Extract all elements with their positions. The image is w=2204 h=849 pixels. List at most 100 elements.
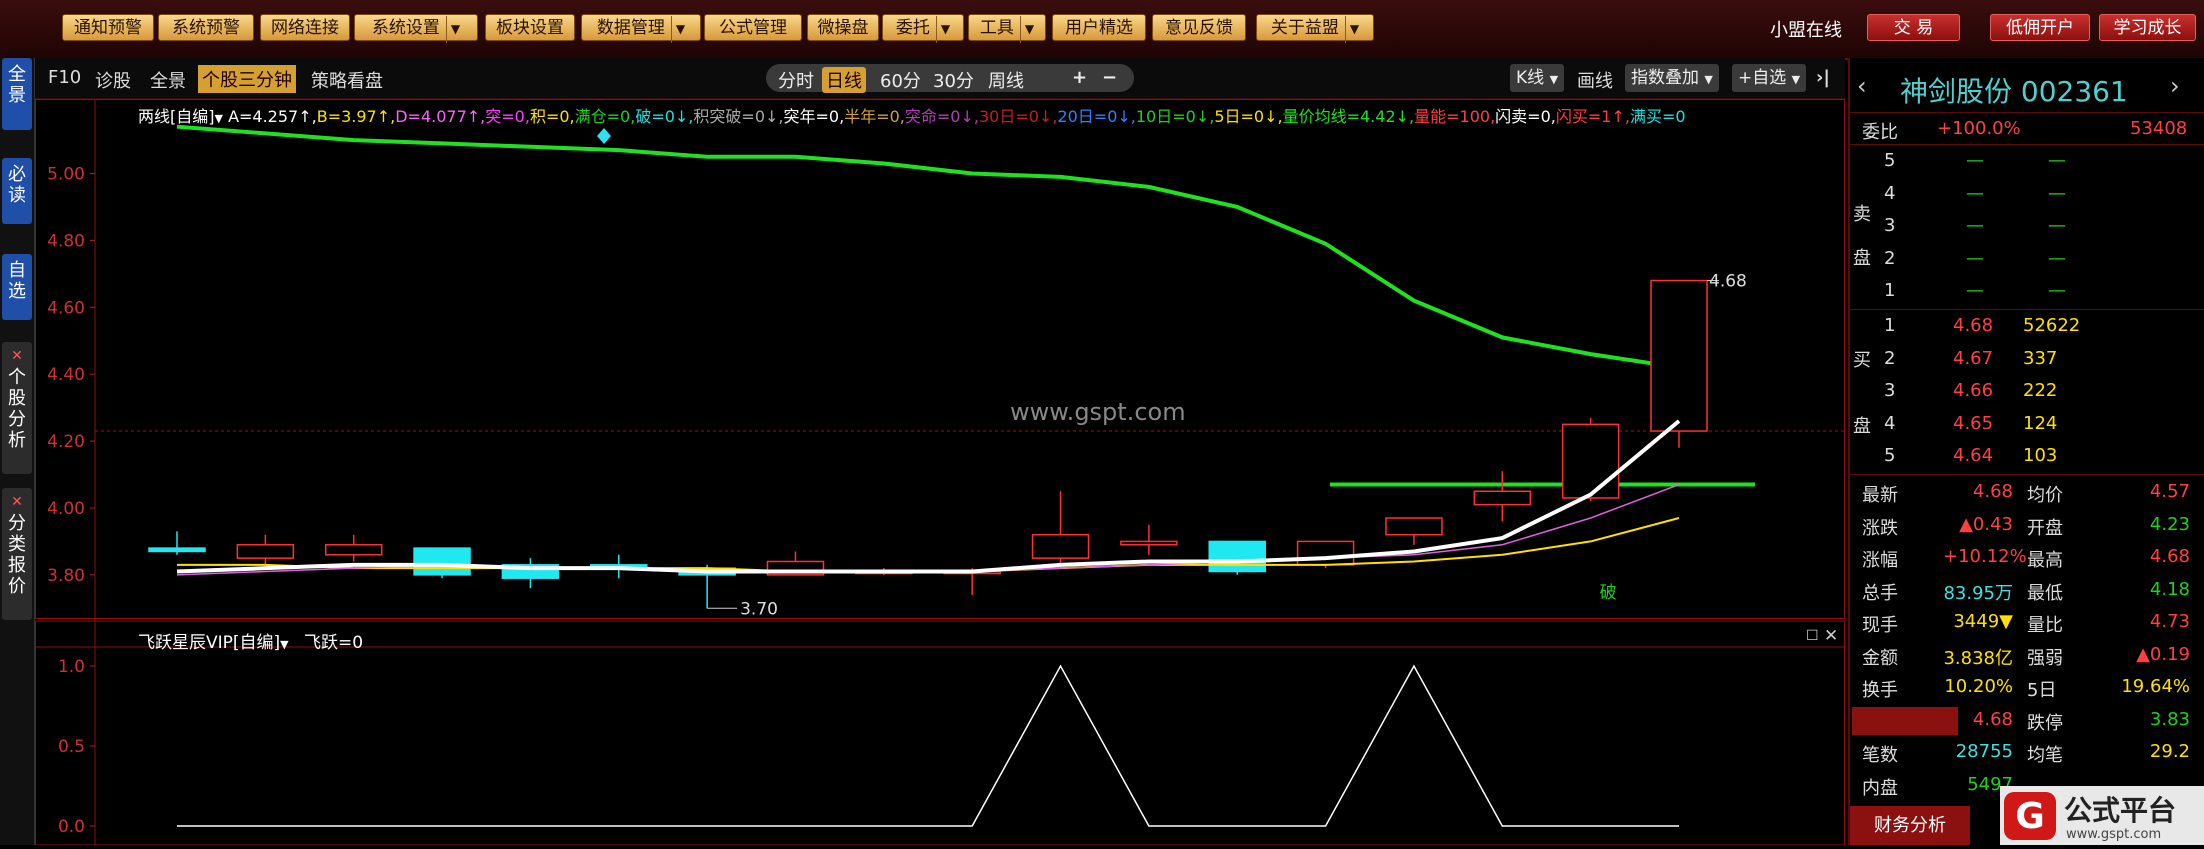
toolbar-button-label: 工具 — [979, 18, 1014, 38]
chevron-down-icon: ▼ — [1549, 73, 1559, 86]
diagnose-button[interactable]: 诊股 — [95, 67, 131, 93]
stat-label: 最高 — [2027, 550, 2063, 571]
buy-label-2: 盘 — [1853, 416, 1871, 437]
zoom-in-button[interactable]: + — [1072, 67, 1087, 88]
stat-label: 开盘 — [2027, 517, 2063, 539]
toolbar-button-label: 微操盘 — [817, 18, 869, 38]
stat-value: +10.12% — [1943, 546, 2027, 567]
divider — [1850, 112, 2204, 113]
period-weekly[interactable]: 周线 — [988, 67, 1024, 93]
svg-text:www.gspt.com: www.gspt.com — [2066, 827, 2161, 842]
sub-indicator-name[interactable]: 飞跃星辰VIP[自编] — [138, 633, 280, 653]
main-chart-frame — [35, 99, 1845, 619]
candle-body — [1561, 423, 1620, 499]
toolbar-button-label: 关于益盟 — [1270, 18, 1339, 38]
zoom-out-button[interactable]: − — [1102, 67, 1117, 88]
financial-analysis-button[interactable]: 财务分析 — [1850, 806, 1970, 845]
close-icon[interactable]: ✕ — [1824, 626, 1838, 646]
tab-must-read[interactable]: 必读 — [2, 158, 32, 224]
toolbar-button-3[interactable]: 系统设置 ▼ — [354, 14, 478, 43]
maximize-icon[interactable]: ☐ — [1806, 628, 1819, 644]
sub-chart-frame — [35, 620, 1845, 845]
toolbar-button-1[interactable]: 系统预警 — [158, 14, 254, 41]
sell-level: 1 — [1884, 280, 1896, 301]
trade-button[interactable]: 交 易 — [1867, 14, 1960, 41]
high-label: 4.68 — [1709, 272, 1747, 292]
toolbar-button-4[interactable]: 板块设置 — [485, 14, 575, 41]
tab-stock-analysis[interactable]: ✕ 个股分析 — [2, 342, 32, 474]
stat-value: 3449▼ — [1953, 611, 2013, 632]
buy-level: 1 — [1884, 315, 1896, 336]
stock-title: 神剑股份 002361 — [1900, 70, 2128, 110]
kline-dropdown[interactable]: K线 ▼ — [1510, 64, 1565, 92]
period-daily[interactable]: 日线 — [822, 67, 866, 93]
sub-indicator-value: 飞跃=0 — [304, 633, 364, 653]
stock-3min-button[interactable]: 个股三分钟 — [198, 65, 296, 93]
toolbar-button-11[interactable]: 意见反馈 — [1152, 14, 1246, 41]
strategy-button[interactable]: 策略看盘 — [311, 67, 383, 93]
toolbar-button-10[interactable]: 用户精选 — [1052, 14, 1146, 41]
toolbar-button-9[interactable]: 工具 ▼ — [968, 14, 1046, 43]
prev-stock-icon[interactable]: ‹ — [1857, 72, 1867, 100]
chevron-down-icon: ▼ — [1019, 16, 1034, 43]
low-commission-account-button[interactable]: 低佣开户 — [1990, 14, 2090, 41]
buy-price: 4.66 — [1953, 380, 1994, 401]
left-tab-bar: 全景 必读 自选 ✕ 个股分析 ✕ 分类报价 — [0, 58, 35, 845]
index-overlay-dropdown[interactable]: 指数叠加 ▼ — [1625, 64, 1719, 92]
toolbar-button-8[interactable]: 委托 ▼ — [882, 14, 964, 43]
buy-volume: 222 — [2023, 380, 2058, 401]
sub-indicator-line — [177, 664, 1679, 827]
y-tick-label: 4.00 — [47, 499, 85, 519]
buy-price: 4.68 — [1953, 315, 1994, 336]
kline-label: K线 — [1516, 68, 1545, 88]
sell-level: 2 — [1884, 247, 1896, 269]
stat-value: 3.838亿 — [1943, 647, 2013, 669]
learning-button[interactable]: 学习成长 — [2099, 14, 2196, 41]
zoom-controls: + − — [1058, 64, 1134, 92]
stat-value: 4.68 — [1972, 481, 2013, 502]
toolbar-button-7[interactable]: 微操盘 — [807, 14, 879, 41]
tab-panorama[interactable]: 全景 — [2, 58, 32, 130]
collapse-panel-icon[interactable]: ›| — [1816, 67, 1830, 88]
stat-value: 4.73 — [2149, 611, 2190, 632]
toolbar-button-label: 意见反馈 — [1165, 18, 1233, 38]
sub-y-tick-label: 0.0 — [58, 817, 85, 837]
add-watchlist-label: +自选 — [1738, 68, 1787, 88]
toolbar-button-2[interactable]: 网络连接 — [260, 14, 350, 41]
period-60min[interactable]: 60分 — [880, 67, 921, 93]
f10-button[interactable]: F10 — [48, 67, 81, 88]
add-watchlist-dropdown[interactable]: +自选 ▼ — [1732, 64, 1807, 92]
online-status: 小盟在线 — [1770, 20, 1842, 41]
stat-label: 涨幅 — [1862, 550, 1898, 571]
index-overlay-label: 指数叠加 — [1631, 68, 1699, 88]
toolbar-button-5[interactable]: 数据管理 ▼ — [581, 14, 701, 43]
chevron-down-icon: ▼ — [1791, 73, 1801, 86]
buy-level: 5 — [1884, 445, 1896, 466]
toolbar-button-12[interactable]: 关于益盟 ▼ — [1256, 14, 1374, 43]
sell-price: — — [1966, 280, 1984, 301]
close-icon[interactable]: ✕ — [2, 492, 32, 513]
stat-label: 现手 — [1862, 615, 1898, 636]
stat-label: 内盘 — [1862, 777, 1898, 799]
kline-chart[interactable]: 5.00 4.80 4.60 4.40 4.20 4.00 3.80 4.68 3.70 破 1.0… — [35, 99, 1845, 845]
period-30min[interactable]: 30分 — [933, 67, 974, 93]
panorama-button[interactable]: 全景 — [150, 67, 186, 93]
sell-price: — — [1966, 215, 1984, 236]
close-icon[interactable]: ✕ — [2, 346, 32, 367]
y-tick-label: 4.40 — [47, 365, 85, 385]
period-intraday[interactable]: 分时 — [778, 67, 814, 93]
buy-volume: 103 — [2023, 445, 2058, 466]
candle-body — [1650, 279, 1708, 432]
signal-diamond-icon — [597, 128, 611, 144]
buy-level: 2 — [1884, 347, 1896, 369]
next-stock-icon[interactable]: › — [2170, 72, 2180, 100]
tab-watchlist[interactable]: 自选 — [2, 254, 32, 320]
tab-category-quotes[interactable]: ✕ 分类报价 — [2, 488, 32, 620]
toolbar-button-6[interactable]: 公式管理 — [704, 14, 802, 41]
stat-label: 强弱 — [2027, 647, 2063, 669]
draw-button[interactable]: 画线 — [1577, 67, 1613, 93]
toolbar-button-0[interactable]: 通知预警 — [62, 14, 154, 41]
stat-value: 28755 — [1955, 741, 2013, 762]
chevron-down-icon[interactable]: ▼ — [280, 638, 288, 651]
toolbar-button-label: 系统预警 — [172, 18, 240, 38]
